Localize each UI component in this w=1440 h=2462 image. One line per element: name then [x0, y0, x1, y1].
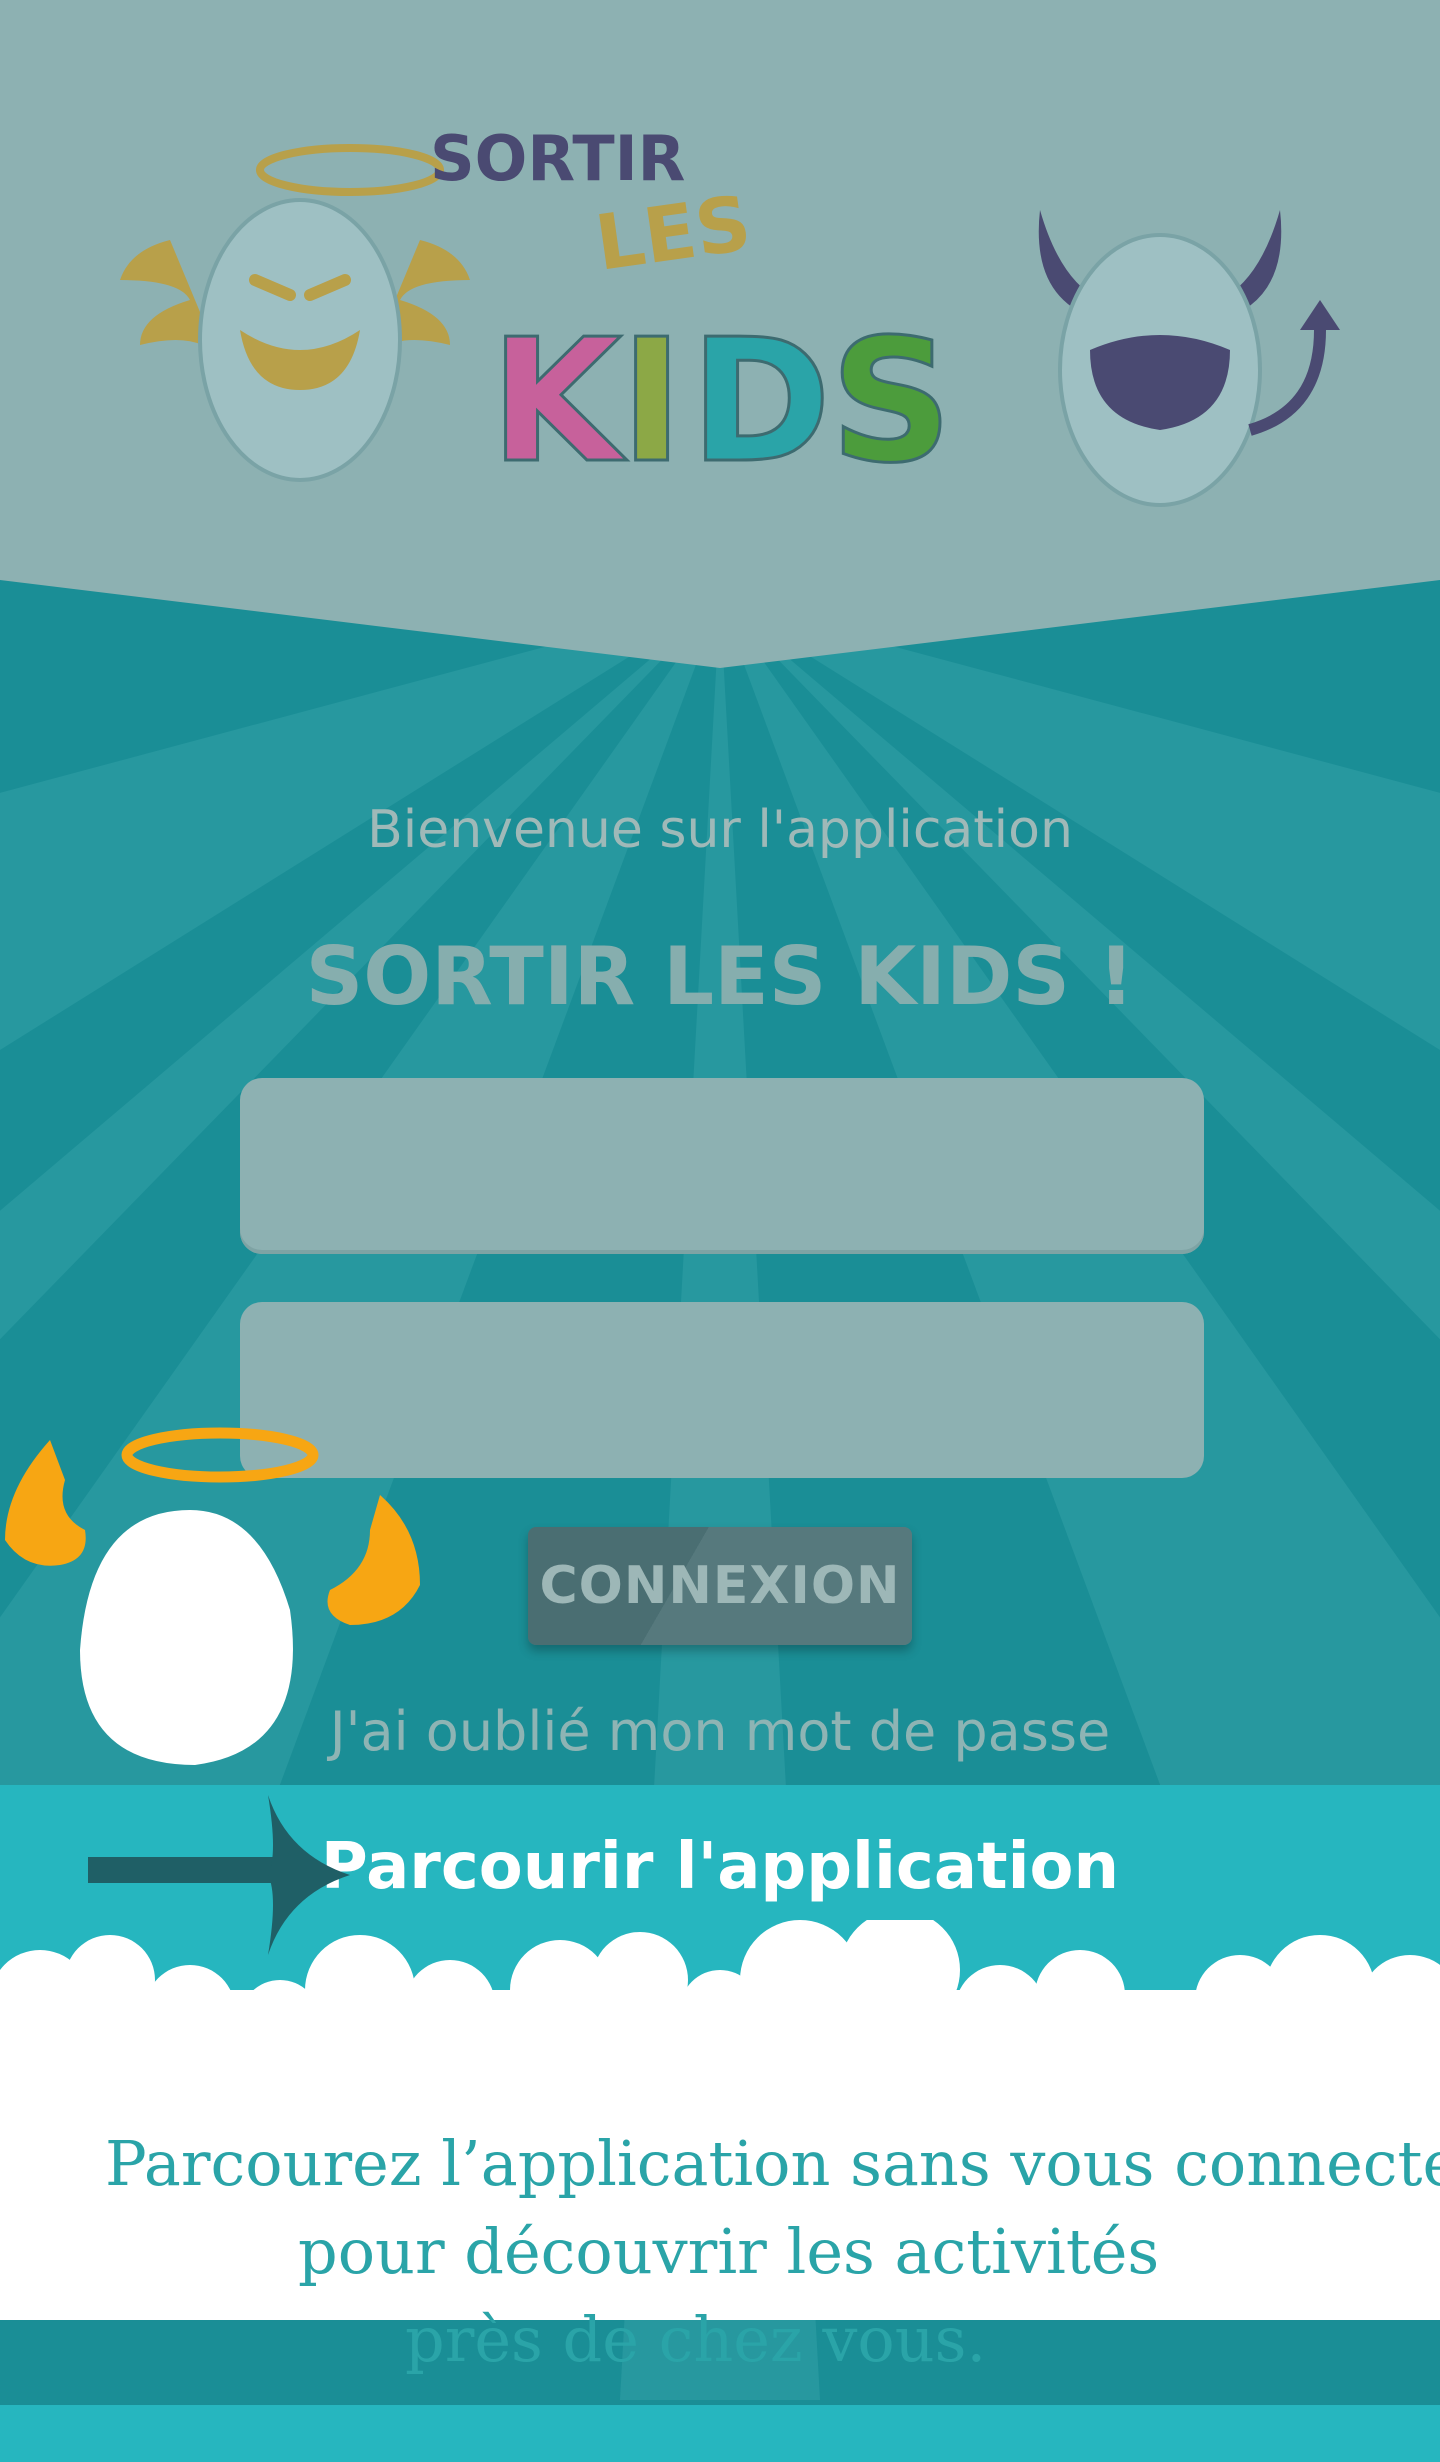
- devil-egg-icon: [1038, 210, 1340, 507]
- username-field[interactable]: [240, 1078, 1204, 1254]
- app-title: SORTIR LES KIDS !: [305, 930, 1135, 1023]
- logo-text-sortir: SORTIR: [430, 130, 685, 195]
- svg-text:K: K: [490, 303, 627, 501]
- app-logo: SORTIR LES K I D S: [120, 130, 1340, 507]
- login-screen: SORTIR LES K I D S Bienvenue sur l'appli…: [0, 0, 1440, 2462]
- login-button[interactable]: CONNEXION: [528, 1527, 912, 1645]
- angel-egg-icon: [120, 144, 470, 482]
- welcome-text: Bienvenue sur l'application: [367, 800, 1073, 860]
- svg-text:D: D: [690, 303, 831, 501]
- promo-line-3: près de chez vous.: [405, 2303, 987, 2376]
- angel-mascot-icon: [5, 1427, 420, 1765]
- svg-text:S: S: [830, 303, 952, 501]
- promo-line-2: pour découvrir les activités: [298, 2215, 1160, 2288]
- svg-text:I: I: [620, 303, 683, 501]
- logo-text-kids: K I D S: [489, 302, 954, 503]
- promo-line-1: Parcourez l’application sans vous connec…: [105, 2127, 1440, 2200]
- arrow-right-icon: [88, 1795, 350, 1955]
